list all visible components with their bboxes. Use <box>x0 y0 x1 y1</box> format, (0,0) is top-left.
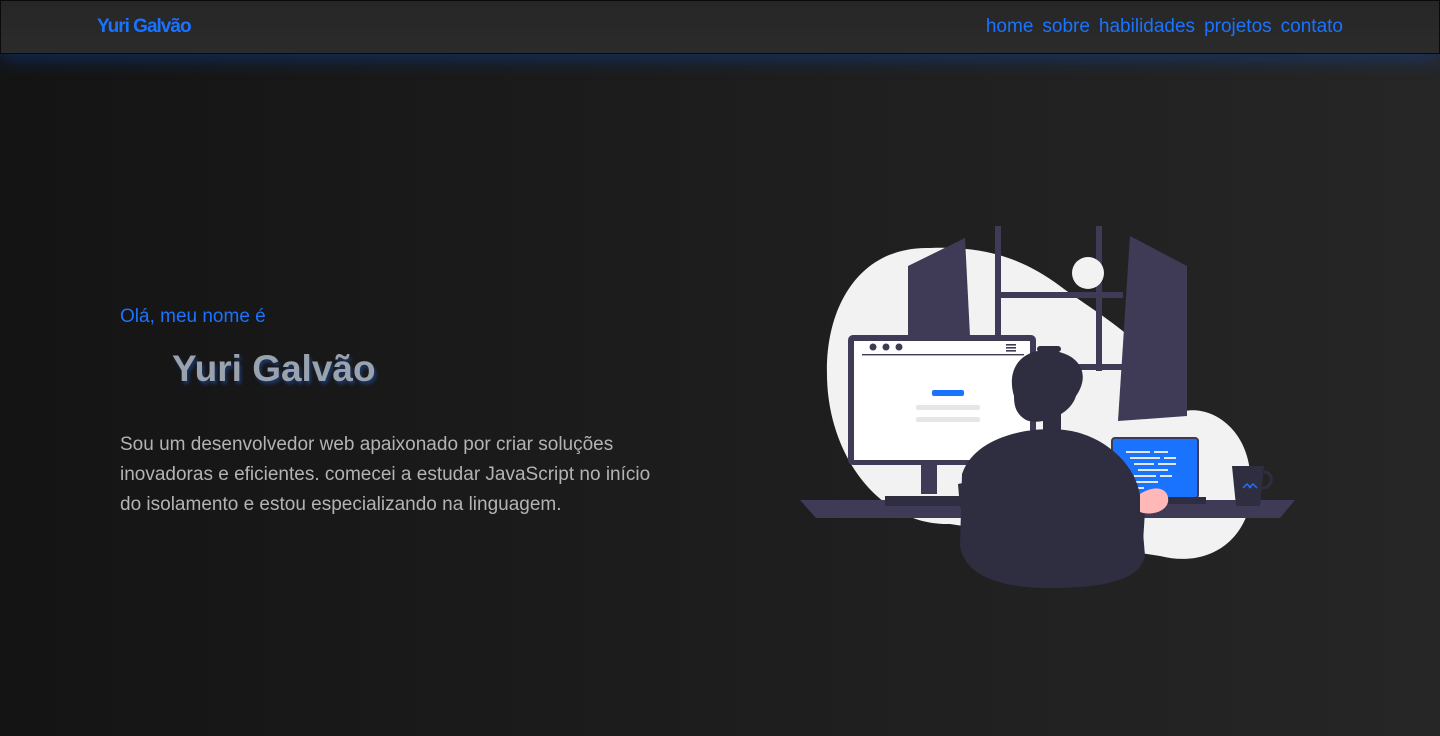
menu-icon <box>1006 344 1016 346</box>
menu-icon <box>1006 350 1016 352</box>
nav-projetos[interactable]: projetos <box>1204 16 1272 38</box>
window-dot-icon <box>869 343 877 351</box>
monitor-stand <box>921 464 937 494</box>
nav-home[interactable]: home <box>986 16 1034 38</box>
nav-sobre[interactable]: sobre <box>1042 16 1090 38</box>
developer-illustration <box>800 226 1295 588</box>
menu-icon <box>1006 347 1016 349</box>
person-cap <box>1037 346 1061 352</box>
screen-divider <box>862 354 1024 356</box>
site-header: Yuri Galvão home sobre habilidades proje… <box>0 0 1440 54</box>
window-frame-vertical-2 <box>1096 226 1102 371</box>
screen-line <box>916 405 980 410</box>
mug-handle <box>1261 470 1273 490</box>
screen-line <box>916 417 980 422</box>
window-right-panel <box>1118 236 1187 421</box>
nav-habilidades[interactable]: habilidades <box>1099 16 1195 38</box>
main-nav: home sobre habilidades projetos contato <box>986 16 1343 38</box>
nav-contato[interactable]: contato <box>1281 16 1343 38</box>
hero-description: Sou um desenvolvedor web apaixonado por … <box>120 434 651 515</box>
screen-button <box>932 390 964 396</box>
window-dot-icon <box>882 343 890 351</box>
hero-greeting: Olá, meu nome é <box>120 306 266 327</box>
moon-circle <box>1072 257 1104 289</box>
window-dot-icon <box>895 343 903 351</box>
logo-link[interactable]: Yuri Galvão <box>97 16 192 38</box>
window-frame-horizontal <box>995 292 1123 298</box>
hero-name: Yuri Galvão <box>172 348 376 389</box>
